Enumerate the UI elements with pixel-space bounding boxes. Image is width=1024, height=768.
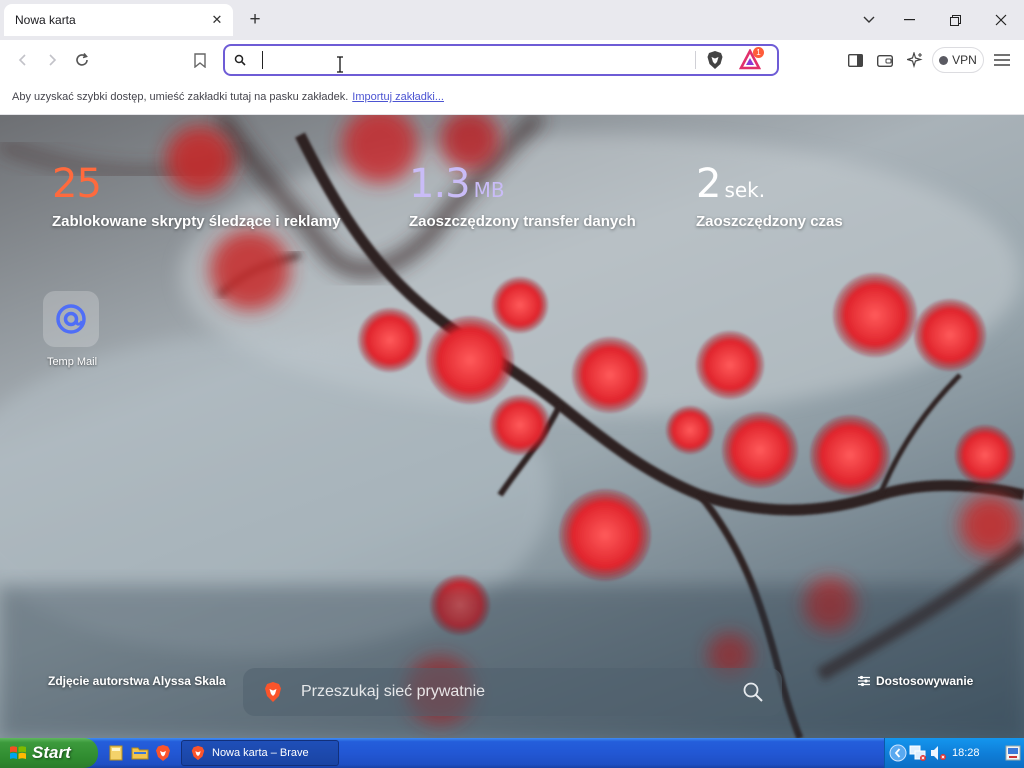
address-bar[interactable]: 1	[223, 44, 779, 76]
stat-label: Zablokowane skrypty śledzące i reklamy	[52, 213, 341, 230]
photo-credit[interactable]: Zdjęcie autorstwa Alyssa Skala	[48, 674, 226, 688]
brave-shields-icon[interactable]	[705, 50, 725, 70]
bookmarks-bar: Aby uzyskać szybki dostęp, umieść zakład…	[0, 80, 1024, 115]
stat-bandwidth-saved: 1.3 MB Zaoszczędzony transfer danych	[409, 161, 636, 230]
close-window-icon[interactable]	[986, 6, 1016, 34]
vpn-label: VPN	[952, 53, 977, 67]
back-icon[interactable]	[9, 46, 37, 74]
tray-collapse-icon[interactable]	[889, 744, 907, 762]
at-sign-icon	[56, 304, 86, 334]
tab-title: Nowa karta	[15, 13, 76, 27]
taskbar-item-label: Nowa karta – Brave	[212, 747, 309, 759]
volume-icon[interactable]	[929, 745, 947, 761]
address-separator	[695, 51, 696, 69]
top-site-tile[interactable]	[43, 291, 99, 347]
text-caret	[262, 51, 263, 69]
stat-trackers-blocked: 25 Zablokowane skrypty śledzące i reklam…	[52, 161, 340, 230]
private-search-box[interactable]: Przeszukaj sieć prywatnie	[243, 668, 782, 716]
stat-value: 25	[52, 161, 102, 207]
brave-quicklaunch-icon[interactable]	[154, 744, 172, 762]
leo-ai-icon[interactable]	[901, 46, 929, 74]
stat-label: Zaoszczędzony czas	[696, 213, 843, 230]
vpn-status-dot	[939, 55, 949, 65]
sidebar-toggle-icon[interactable]	[841, 46, 869, 74]
tab-new-tab[interactable]: Nowa karta ✕	[4, 4, 233, 36]
search-icon	[232, 52, 248, 68]
forward-icon[interactable]	[38, 46, 66, 74]
start-label: Start	[32, 743, 71, 762]
start-button[interactable]: Start	[0, 738, 98, 768]
wallet-icon[interactable]	[871, 46, 899, 74]
ibeam-cursor-icon	[337, 56, 343, 73]
rewards-badge: 1	[753, 47, 764, 58]
show-desktop-icon[interactable]	[108, 744, 126, 762]
vpn-button[interactable]: VPN	[932, 47, 984, 73]
brave-logo-icon	[265, 682, 281, 702]
tab-search-chevron-icon[interactable]	[854, 6, 884, 34]
bookmark-icon[interactable]	[186, 46, 214, 74]
customize-label: Dostosowywanie	[876, 674, 974, 688]
minimize-icon[interactable]	[894, 6, 924, 34]
top-site-label[interactable]: Temp Mail	[30, 356, 114, 368]
clock: 18:28	[952, 747, 980, 759]
tab-strip: Nowa karta ✕ +	[0, 0, 1024, 40]
reload-icon[interactable]	[68, 46, 96, 74]
address-input[interactable]	[259, 50, 689, 70]
close-tab-icon[interactable]: ✕	[204, 7, 230, 33]
restore-icon[interactable]	[940, 6, 970, 34]
stat-label: Zaoszczędzony transfer danych	[409, 213, 636, 230]
network-icon[interactable]	[909, 745, 927, 761]
stat-value: 2	[696, 161, 721, 207]
search-icon[interactable]	[742, 681, 764, 703]
windows-flag-icon	[10, 746, 26, 759]
stat-value: 1.3	[409, 161, 471, 207]
customize-button[interactable]: Dostosowywanie	[858, 674, 973, 688]
stat-unit: MB	[473, 178, 505, 202]
bookmarks-hint: Aby uzyskać szybki dostęp, umieść zakład…	[12, 91, 349, 103]
security-center-icon[interactable]	[1005, 744, 1021, 762]
taskbar: Start Nowa karta – Brave 18:28	[0, 738, 1024, 768]
stat-time-saved: 2 sek. Zaoszczędzony czas	[696, 161, 843, 230]
search-placeholder[interactable]: Przeszukaj sieć prywatnie	[301, 683, 742, 701]
folder-icon[interactable]	[131, 744, 149, 762]
new-tab-button[interactable]: +	[243, 8, 267, 32]
new-tab-page: 25 Zablokowane skrypty śledzące i reklam…	[0, 115, 1024, 738]
menu-icon[interactable]	[988, 46, 1016, 74]
import-bookmarks-link[interactable]: Importuj zakładki...	[352, 91, 444, 103]
sliders-icon	[858, 675, 870, 687]
brave-logo-icon	[191, 745, 205, 761]
toolbar: 1 VPN	[0, 40, 1024, 80]
taskbar-item-brave[interactable]: Nowa karta – Brave	[181, 740, 339, 766]
stat-unit: sek.	[724, 178, 766, 202]
